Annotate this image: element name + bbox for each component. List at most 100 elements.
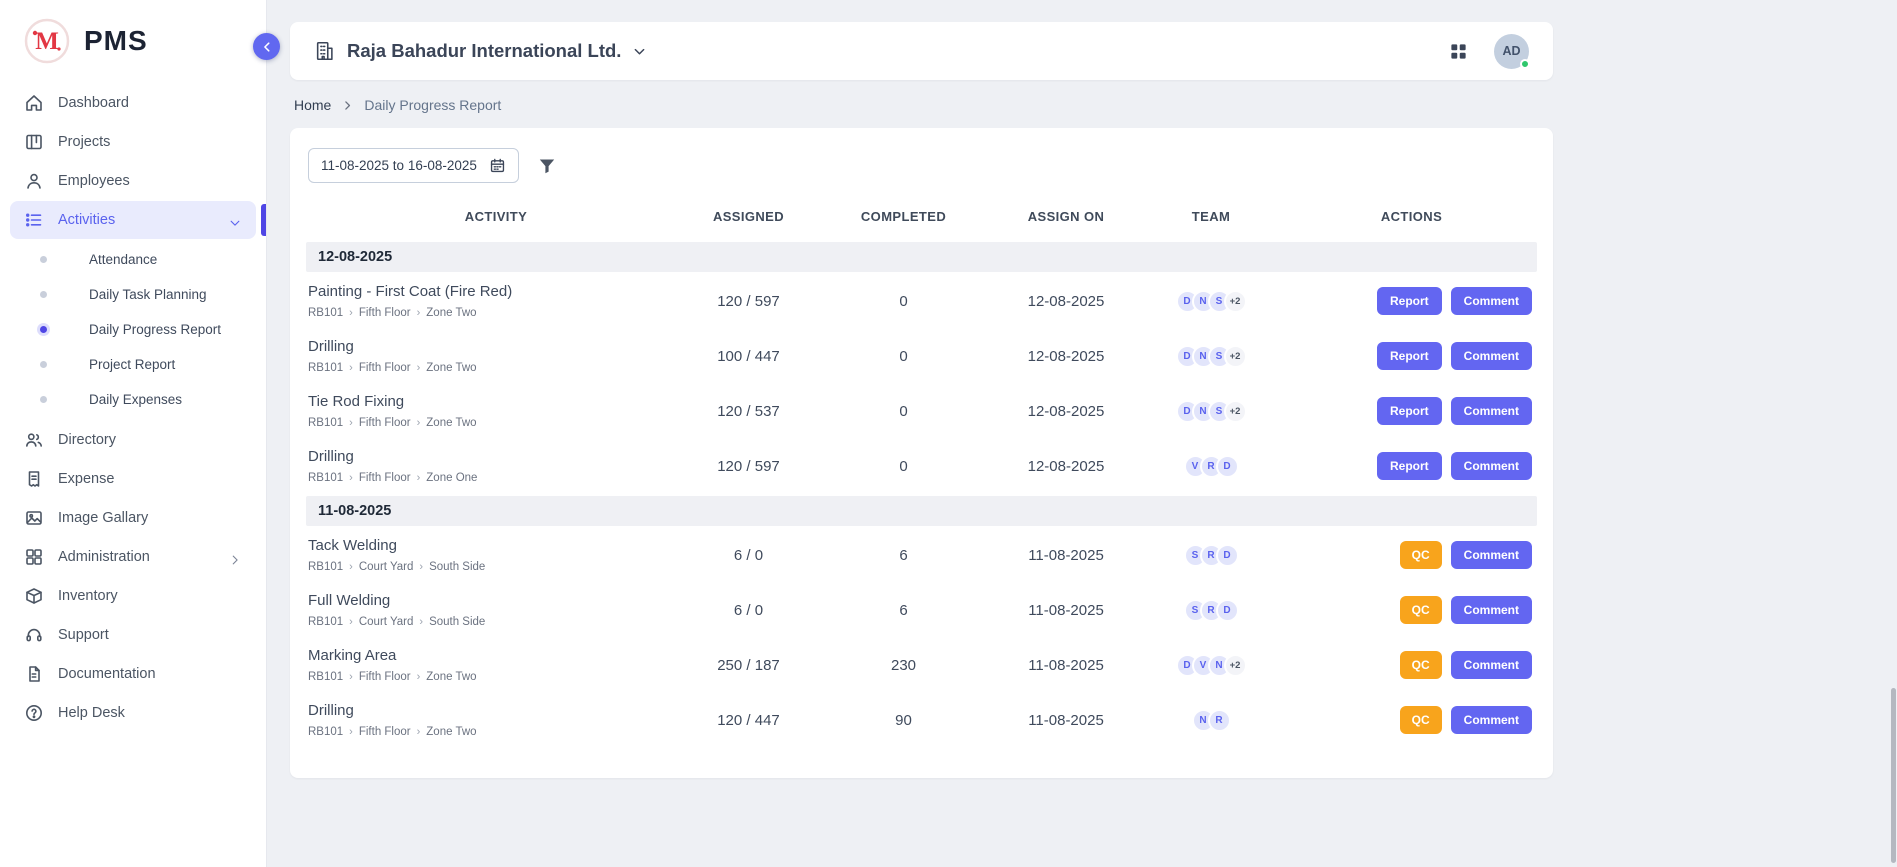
sidebar-item-dashboard[interactable]: Dashboard: [10, 84, 256, 122]
logo-icon: M: [24, 18, 70, 64]
breadcrumb-home[interactable]: Home: [294, 97, 331, 113]
assigned-value: 120 / 447: [686, 712, 811, 729]
company-selector[interactable]: Raja Bahadur International Ltd.: [314, 40, 647, 62]
sidebar-item-image-gallary[interactable]: Image Gallary: [10, 499, 256, 537]
date-range-picker[interactable]: [308, 148, 519, 183]
app-grid-icon[interactable]: [1449, 42, 1468, 61]
team-avatar[interactable]: D: [1216, 599, 1239, 622]
activities-icon: [24, 210, 44, 230]
filter-row: [308, 148, 1537, 183]
comment-button[interactable]: Comment: [1451, 596, 1532, 624]
calendar-icon[interactable]: [489, 157, 506, 174]
path-segment: South Side: [429, 561, 485, 573]
page-scrollbar[interactable]: [1891, 688, 1896, 863]
team-extra-badge[interactable]: +2: [1224, 345, 1247, 368]
actions-cell: Report Comment: [1286, 287, 1537, 315]
activity-cell: Marking AreaRB101›Fifth Floor›Zone Two: [306, 647, 686, 683]
qc-button[interactable]: QC: [1400, 651, 1442, 679]
sidebar-item-projects[interactable]: Projects: [10, 123, 256, 161]
report-button[interactable]: Report: [1377, 452, 1442, 480]
breadcrumb-current: Daily Progress Report: [364, 97, 501, 113]
team-extra-badge[interactable]: +2: [1224, 400, 1247, 423]
directory-icon: [24, 430, 44, 450]
sidebar-item-activities[interactable]: Activities: [10, 201, 256, 239]
user-avatar[interactable]: AD: [1494, 34, 1529, 69]
activity-name: Drilling: [308, 702, 686, 719]
column-header-completed: COMPLETED: [811, 209, 996, 224]
sidebar-item-label: Projects: [58, 134, 110, 150]
sidebar-subitem-attendance[interactable]: Attendance: [10, 242, 256, 277]
activity-path: RB101›Fifth Floor›Zone Two: [308, 726, 686, 738]
chevron-right-icon: ›: [349, 671, 353, 683]
activity-path: RB101›Fifth Floor›Zone Two: [308, 362, 686, 374]
chevron-right-icon: ›: [417, 307, 421, 319]
completed-value: 0: [811, 348, 996, 365]
team-avatar[interactable]: D: [1216, 455, 1239, 478]
dashboard-icon: [24, 93, 44, 113]
path-segment: Fifth Floor: [359, 472, 411, 484]
sidebar-subitem-project-report[interactable]: Project Report: [10, 347, 256, 382]
date-range-input[interactable]: [321, 158, 479, 173]
sidebar-subitem-daily-task-planning[interactable]: Daily Task Planning: [10, 277, 256, 312]
comment-button[interactable]: Comment: [1451, 397, 1532, 425]
sidebar-item-help-desk[interactable]: Help Desk: [10, 694, 256, 732]
sidebar-item-directory[interactable]: Directory: [10, 421, 256, 459]
comment-button[interactable]: Comment: [1451, 706, 1532, 734]
path-segment: RB101: [308, 561, 343, 573]
completed-value: 230: [811, 657, 996, 674]
comment-button[interactable]: Comment: [1451, 342, 1532, 370]
sidebar-subitem-daily-expenses[interactable]: Daily Expenses: [10, 382, 256, 417]
sidebar-item-administration[interactable]: Administration: [10, 538, 256, 576]
filter-funnel-icon[interactable]: [537, 156, 557, 176]
table-row: Painting - First Coat (Fire Red)RB101›Fi…: [306, 274, 1537, 329]
date-group-header: 12-08-2025: [306, 242, 1537, 272]
sidebar-item-employees[interactable]: Employees: [10, 162, 256, 200]
assign-on-value: 11-08-2025: [996, 657, 1136, 674]
app-name: PMS: [84, 25, 148, 57]
sidebar-item-label: Expense: [58, 471, 114, 487]
activity-name: Tie Rod Fixing: [308, 393, 686, 410]
qc-button[interactable]: QC: [1400, 541, 1442, 569]
activity-name: Drilling: [308, 448, 686, 465]
sidebar-item-expense[interactable]: Expense: [10, 460, 256, 498]
sidebar-item-support[interactable]: Support: [10, 616, 256, 654]
sidebar-item-label: Activities: [58, 212, 115, 228]
date-group-header: 11-08-2025: [306, 496, 1537, 526]
report-button[interactable]: Report: [1377, 287, 1442, 315]
path-segment: Zone Two: [426, 307, 476, 319]
support-icon: [24, 625, 44, 645]
actions-cell: QC Comment: [1286, 541, 1537, 569]
chevron-right-icon: ›: [349, 307, 353, 319]
chevron-right-icon: [228, 550, 242, 564]
actions-cell: Report Comment: [1286, 397, 1537, 425]
sidebar-collapse-button[interactable]: [253, 33, 280, 60]
activity-path: RB101›Fifth Floor›Zone One: [308, 472, 686, 484]
report-button[interactable]: Report: [1377, 397, 1442, 425]
report-button[interactable]: Report: [1377, 342, 1442, 370]
team-avatar[interactable]: D: [1216, 544, 1239, 567]
path-segment: Fifth Floor: [359, 417, 411, 429]
team-avatars: VRD: [1136, 455, 1286, 478]
table-row: Tie Rod Fixing RB101›Fifth Floor›Zone Two…: [306, 384, 1537, 439]
comment-button[interactable]: Comment: [1451, 287, 1532, 315]
comment-button[interactable]: Comment: [1451, 452, 1532, 480]
sidebar-subitem-daily-progress-report[interactable]: Daily Progress Report: [10, 312, 256, 347]
path-segment: Fifth Floor: [359, 362, 411, 374]
sidebar-item-label: Directory: [58, 432, 116, 448]
sidebar-item-inventory[interactable]: Inventory: [10, 577, 256, 615]
team-extra-badge[interactable]: +2: [1224, 654, 1247, 677]
team-avatar[interactable]: R: [1208, 709, 1231, 732]
comment-button[interactable]: Comment: [1451, 541, 1532, 569]
qc-button[interactable]: QC: [1400, 596, 1442, 624]
activity-path: RB101›Fifth Floor›Zone Two: [308, 417, 686, 429]
path-segment: Zone Two: [426, 417, 476, 429]
sidebar-item-documentation[interactable]: Documentation: [10, 655, 256, 693]
active-indicator: [261, 204, 266, 236]
team-extra-badge[interactable]: +2: [1224, 290, 1247, 313]
sidebar-subitem-label: Attendance: [89, 252, 157, 267]
assign-on-value: 11-08-2025: [996, 712, 1136, 729]
comment-button[interactable]: Comment: [1451, 651, 1532, 679]
path-segment: Zone Two: [426, 671, 476, 683]
activity-cell: Tack WeldingRB101›Court Yard›South Side: [306, 537, 686, 573]
qc-button[interactable]: QC: [1400, 706, 1442, 734]
